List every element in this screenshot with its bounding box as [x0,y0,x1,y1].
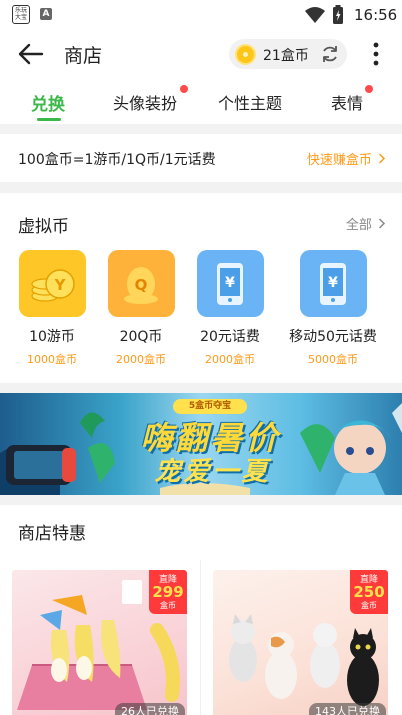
see-all-label: 全部 [345,218,372,233]
tab-bar: 兑换 头像装扮 个性主题 表情 [0,78,402,124]
active-tab-indicator [37,118,61,121]
earn-coins-link[interactable]: 快速赚盒币 [307,149,386,168]
price-drop-tag: 直降 250 盒币 [350,570,388,614]
virtual-item-price: 2000盒币 [205,353,255,366]
mobile-credit-icon: ¥ [299,250,367,317]
virtual-currency-section: 虚拟币 全部 Y 10游币 1000盒币 Q 20Q币 2000盒币 ¥ 20元… [0,193,402,383]
store-offers-section: 商店特惠 直降 299 盒币 26人已兑换 直降 250 盒币 143人已兑换 [0,505,402,715]
virtual-currency-title: 虚拟币 [18,217,69,237]
virtual-item-phone-credit[interactable]: ¥ 20元话费 2000盒币 [180,250,280,367]
exchange-rate-text: 100盒币=1游币/1Q币/1元话费 [18,152,216,168]
more-options-icon[interactable] [366,39,386,69]
store-offers-title: 商店特惠 [18,524,86,544]
app-bar: 商店 21盒币 [0,30,402,78]
virtual-item-price: 1000盒币 [27,353,77,366]
coin-icon [235,44,256,65]
battery-icon [333,5,343,24]
chevron-right-icon [378,153,386,164]
virtual-item-name: 10游币 [29,329,75,345]
earn-coins-label: 快速赚盒币 [306,153,372,168]
price-drop-value: 250 [353,583,385,601]
banner-tag: 5盒币夺宝 [173,399,247,414]
tab-avatar-decor[interactable]: 头像装扮 [113,90,177,114]
page-title: 商店 [64,45,103,67]
game-coin-icon: Y [18,250,86,317]
virtual-item-name: 移动50元话费 [289,329,377,345]
price-drop-value: 299 [152,583,184,601]
svg-text:Y: Y [53,276,66,294]
virtual-item-price: 5000盒币 [308,353,358,366]
app-notification-icon: 乐玩大宝 [12,5,30,24]
svg-text:¥: ¥ [328,275,338,291]
svg-text:¥: ¥ [225,275,235,291]
virtual-item-game-coin[interactable]: Y 10游币 1000盒币 [2,250,102,367]
status-time: 16:56 [354,6,398,24]
offer-card[interactable]: 直降 250 盒币 143人已兑换 [213,570,388,715]
wifi-icon [305,7,325,23]
tab-stickers-dot [365,85,373,93]
chevron-right-icon [378,218,386,229]
status-bar: 乐玩大宝 A 16:56 [0,0,402,30]
redeemed-count: 143人已兑换 [309,703,386,715]
banner-subheadline: 宠爱一夏 [154,457,271,487]
card-divider [200,560,201,715]
notification-a-icon: A [40,8,52,20]
price-drop-unit: 盒币 [160,601,176,610]
tab-stickers[interactable]: 表情 [331,90,363,114]
see-all-link[interactable]: 全部 [346,214,386,233]
tab-themes[interactable]: 个性主题 [218,90,282,114]
svg-text:Q: Q [134,276,147,294]
tab-avatar-decor-dot [180,85,188,93]
price-drop-tag: 直降 299 盒币 [149,570,187,614]
virtual-item-name: 20元话费 [200,329,260,345]
price-drop-unit: 盒币 [361,601,377,610]
refresh-icon[interactable] [319,43,341,65]
coin-balance: 21盒币 [263,48,309,64]
redeemed-count: 26人已兑换 [115,703,185,715]
promo-banner[interactable]: 5盒币夺宝 嗨翻暑价 宠爱一夏 [0,393,402,495]
exchange-rate-bar: 100盒币=1游币/1Q币/1元话费 快速赚盒币 [0,134,402,182]
virtual-item-q-coin[interactable]: Q 20Q币 2000盒币 [91,250,191,367]
virtual-item-price: 2000盒币 [116,353,166,366]
qq-coin-icon: Q [107,250,175,317]
offer-card[interactable]: 直降 299 盒币 26人已兑换 [12,570,187,715]
phone-credit-icon: ¥ [196,250,264,317]
virtual-item-name: 20Q币 [119,329,163,345]
virtual-item-mobile-credit[interactable]: ¥ 移动50元话费 5000盒币 [283,250,383,367]
back-arrow-icon[interactable] [14,38,46,70]
tab-exchange[interactable]: 兑换 [31,90,65,115]
coin-balance-pill[interactable]: 21盒币 [229,39,347,69]
